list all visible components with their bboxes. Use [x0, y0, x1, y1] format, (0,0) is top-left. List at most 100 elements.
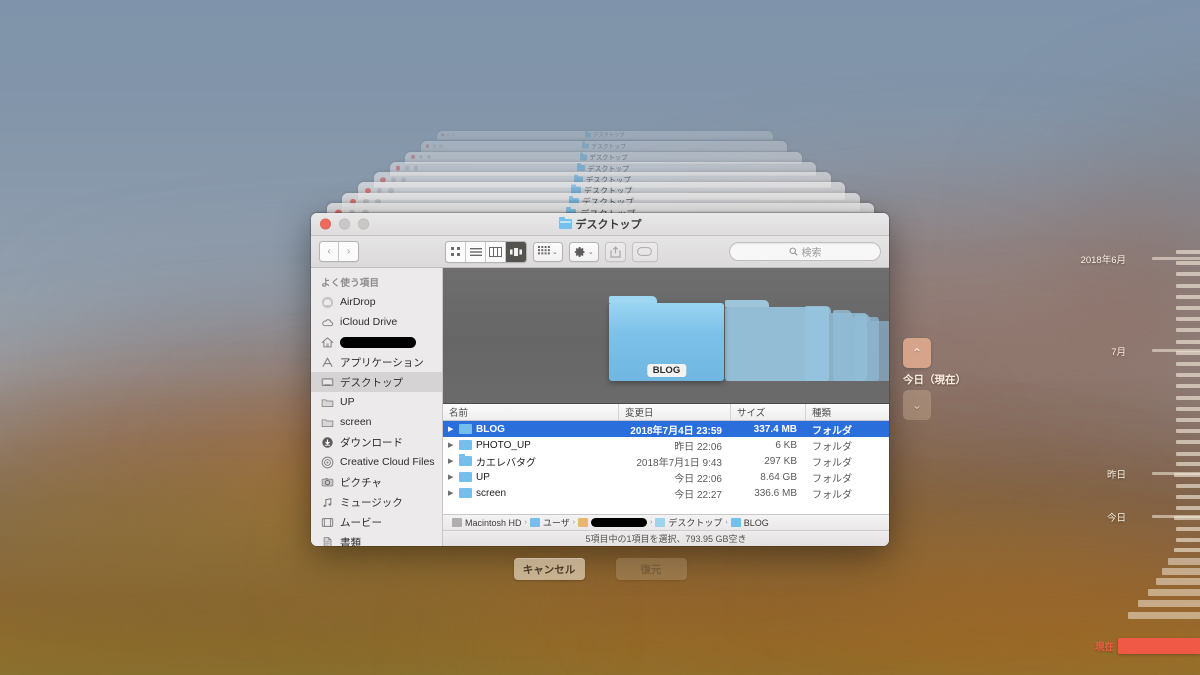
disclosure-triangle-icon[interactable]: ▶	[448, 426, 455, 433]
timeline-tick[interactable]	[1148, 589, 1200, 596]
view-column-button[interactable]	[486, 241, 506, 262]
timeline-tick[interactable]	[1176, 506, 1200, 510]
table-row[interactable]: ▶ カエレバタグ 2018年7月1日 9:43 297 KB フォルダ	[443, 453, 889, 469]
timeline-tick[interactable]	[1176, 272, 1200, 277]
timeline-tick[interactable]	[1176, 462, 1200, 466]
share-button[interactable]	[604, 241, 626, 262]
snapshot-window[interactable]: デスクトップ	[421, 141, 788, 152]
disclosure-triangle-icon[interactable]: ▶	[448, 442, 455, 449]
timeline-tick[interactable]	[1176, 538, 1200, 542]
sidebar-item-label: ミュージック	[340, 496, 403, 509]
timeline-now-bar[interactable]	[1118, 638, 1200, 654]
timeline-tick[interactable]	[1176, 429, 1200, 434]
coverflow-preview[interactable]: BLOG	[443, 268, 889, 403]
breadcrumb-item[interactable]	[578, 518, 648, 527]
timeline-tick[interactable]	[1176, 395, 1200, 400]
table-row[interactable]: ▶ BLOG 2018年7月4日 23:59 337.4 MB フォルダ	[443, 421, 889, 437]
sidebar-item-creative-cloud-files[interactable]: Creative Cloud Files	[311, 452, 442, 472]
tag-button[interactable]	[631, 241, 658, 262]
timeline-tick[interactable]	[1176, 418, 1200, 422]
column-header-size[interactable]: サイズ	[731, 404, 806, 420]
timeline-tick[interactable]	[1176, 495, 1200, 499]
sidebar-item-icloud-drive[interactable]: iCloud Drive	[311, 312, 442, 332]
timeline-tick[interactable]	[1176, 527, 1200, 531]
timeline-tick[interactable]	[1176, 373, 1200, 378]
cc-icon	[321, 456, 334, 468]
snapshot-window[interactable]: デスクトップ	[436, 131, 773, 140]
timeline-tick[interactable]	[1176, 484, 1200, 488]
sidebar-item-デスクトップ[interactable]: デスクトップ	[311, 372, 442, 392]
file-kind: フォルダ	[812, 489, 852, 501]
sidebar-item-ミュージック[interactable]: ミュージック	[311, 492, 442, 512]
timeline-tick[interactable]	[1176, 362, 1200, 366]
column-header-kind[interactable]: 種類	[806, 404, 889, 420]
go-forward-in-time-button[interactable]: ⌄	[903, 390, 931, 420]
arrange-button[interactable]: ⌄	[533, 241, 563, 262]
timeline-tick[interactable]	[1176, 451, 1200, 456]
sidebar-item-アプリケーション[interactable]: アプリケーション	[311, 352, 442, 372]
timeline-tick[interactable]	[1174, 548, 1200, 552]
sidebar-item-ピクチャ[interactable]: ピクチャ	[311, 472, 442, 492]
sidebar-item-airdrop[interactable]: AirDrop	[311, 292, 442, 312]
timeline-tick[interactable]	[1138, 600, 1200, 607]
view-list-button[interactable]	[466, 241, 486, 262]
timeline-tick[interactable]	[1176, 261, 1200, 266]
chevron-up-icon: ⌃	[911, 346, 923, 360]
column-header-date[interactable]: 変更日	[619, 404, 731, 420]
sidebar-item-up[interactable]: UP	[311, 392, 442, 412]
timeline-tick[interactable]	[1128, 612, 1200, 619]
disclosure-triangle-icon[interactable]: ▶	[448, 474, 455, 481]
timeline-tick[interactable]	[1176, 317, 1200, 322]
table-row[interactable]: ▶ UP 今日 22:06 8.64 GB フォルダ	[443, 469, 889, 485]
timeline-tick[interactable]	[1156, 578, 1200, 585]
sidebar-item-ムービー[interactable]: ムービー	[311, 512, 442, 532]
timeline-tick[interactable]	[1176, 384, 1200, 389]
timeline-label-tick[interactable]	[1152, 349, 1200, 352]
timeline-tick[interactable]	[1162, 568, 1200, 575]
timeline-label-tick[interactable]	[1152, 472, 1200, 475]
sidebar-item-screen[interactable]: screen	[311, 412, 442, 432]
timeline-tick[interactable]	[1176, 294, 1200, 299]
forward-button[interactable]: ›	[339, 242, 358, 261]
breadcrumb-item[interactable]: ユーザ	[529, 516, 570, 529]
cancel-button[interactable]: キャンセル	[513, 558, 585, 580]
view-coverflow-button[interactable]	[506, 241, 526, 262]
sidebar-item-書類[interactable]: 書類	[311, 532, 442, 546]
timeline-tick[interactable]	[1176, 250, 1200, 254]
status-text: 5項目中の1項目を選択、793.95 GB空き	[585, 534, 747, 544]
timeline-tick[interactable]	[1176, 339, 1200, 344]
file-name: screen	[476, 487, 507, 499]
breadcrumb-item[interactable]: Macintosh HD	[452, 518, 522, 528]
breadcrumb-item[interactable]: BLOG	[730, 517, 769, 528]
disclosure-triangle-icon[interactable]: ▶	[448, 458, 455, 465]
column-header-name[interactable]: 名前	[443, 404, 619, 420]
timeline-tick[interactable]	[1176, 306, 1200, 310]
timeline-tick[interactable]	[1168, 558, 1200, 565]
timeline-tick[interactable]	[1176, 328, 1200, 333]
breadcrumb-label: デスクトップ	[668, 518, 723, 528]
action-button[interactable]: ⌄	[568, 241, 599, 262]
breadcrumb-item[interactable]: デスクトップ	[655, 516, 722, 529]
go-back-in-time-button[interactable]: ⌃	[903, 338, 931, 368]
sidebar-item-ダウンロード[interactable]: ダウンロード	[311, 432, 442, 452]
timeline-tick[interactable]	[1176, 406, 1200, 411]
timeline-label-tick[interactable]	[1152, 257, 1200, 260]
disclosure-triangle-icon[interactable]: ▶	[448, 490, 455, 497]
columns-icon	[489, 246, 502, 257]
table-row[interactable]: ▶ screen 今日 22:27 336.6 MB フォルダ	[443, 485, 889, 501]
sidebar-item-home[interactable]	[311, 332, 442, 352]
back-button[interactable]: ‹	[320, 242, 339, 261]
restore-button[interactable]: 復元	[615, 558, 687, 580]
timeline-tick[interactable]	[1176, 440, 1200, 445]
timeline-label-tick[interactable]	[1152, 515, 1200, 518]
timeline-tick[interactable]	[1176, 283, 1200, 288]
coverflow-folder-next[interactable]	[725, 300, 829, 381]
view-icon-button[interactable]	[446, 241, 466, 262]
time-machine-timeline[interactable]: 2018年6月 7月 昨日 今日 現在	[1080, 0, 1200, 675]
table-row[interactable]: ▶ PHOTO_UP 昨日 22:06 6 KB フォルダ	[443, 437, 889, 453]
coverflow-folder-selected[interactable]: BLOG	[609, 296, 724, 381]
timeline-label: 2018年6月	[1080, 255, 1126, 266]
finder-content: BLOG 名前 変更日 サイズ 種類 ▶ BLOG 2018年7月4日 23:5…	[443, 268, 889, 546]
search-field[interactable]: 検索	[729, 242, 881, 261]
breadcrumb-label: BLOG	[743, 517, 769, 528]
